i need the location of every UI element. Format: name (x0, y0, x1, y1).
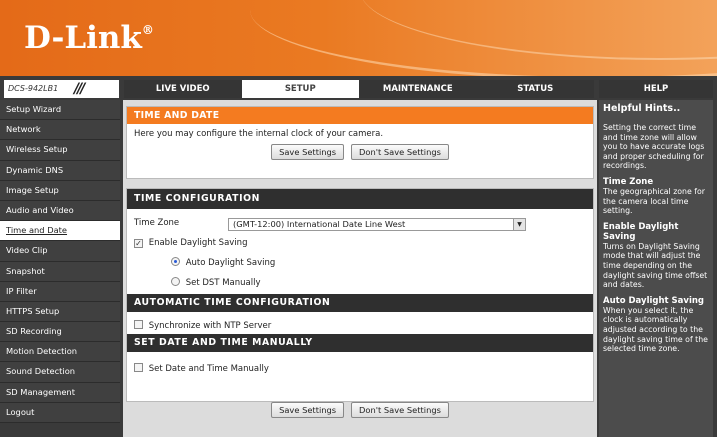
sidebar-item-motion-detection[interactable]: Motion Detection (0, 342, 120, 363)
help-title: Helpful Hints.. (603, 103, 681, 114)
dlink-logo: D-Link® (24, 20, 154, 56)
automatic-time-title: AUTOMATIC TIME CONFIGURATION (127, 294, 593, 312)
sidebar-item-time-date[interactable]: Time and Date (0, 221, 120, 242)
help-intro: Setting the correct time and time zone w… (603, 123, 705, 171)
bottom-button-row: Save Settings Don't Save Settings (123, 402, 597, 418)
sidebar-item-sd-management[interactable]: SD Management (0, 382, 120, 403)
sidebar-item-https-setup[interactable]: HTTPS Setup (0, 301, 120, 323)
sidebar-item-logout[interactable]: Logout (0, 402, 120, 423)
save-button[interactable]: Save Settings (271, 144, 345, 160)
time-zone-select[interactable]: (GMT-12:00) International Date Line West… (228, 218, 526, 231)
sidebar-item-dynamic-dns[interactable]: Dynamic DNS (0, 160, 120, 181)
set-dst-row: Set DST Manually (171, 277, 260, 288)
tab-maintenance[interactable]: MAINTENANCE (359, 80, 477, 98)
time-zone-row: Time Zone (GMT-12:00) International Date… (134, 218, 584, 232)
time-zone-label: Time Zone (134, 218, 180, 228)
sidebar-item-ip-filter[interactable]: IP Filter (0, 281, 120, 302)
manual-label: Set Date and Time Manually (148, 364, 269, 374)
tab-status[interactable]: STATUS (476, 80, 594, 98)
chevron-down-icon[interactable]: ▼ (513, 219, 525, 230)
manual-checkbox[interactable] (134, 363, 143, 372)
sidebar-item-sound-detection[interactable]: Sound Detection (0, 362, 120, 383)
sidebar-item-sd-recording[interactable]: SD Recording (0, 322, 120, 343)
dont-save-button-bottom[interactable]: Don't Save Settings (350, 402, 449, 418)
help-auto-text: When you select it, the clock is automat… (603, 305, 708, 354)
auto-dst-row: Auto Daylight Saving (171, 257, 275, 268)
sidebar-item-setup-wizard[interactable]: Setup Wizard (0, 100, 120, 121)
help-tz-text: The geographical zone for the camera loc… (603, 186, 705, 216)
auto-dst-label: Auto Daylight Saving (185, 258, 276, 268)
header-banner: D-Link® (0, 0, 717, 76)
save-button-bottom[interactable]: Save Settings (271, 402, 345, 418)
time-date-section: TIME AND DATE Here you may configure the… (126, 106, 594, 179)
main-content: TIME AND DATE Here you may configure the… (123, 100, 597, 437)
slash-decor: /// (74, 81, 85, 97)
enable-dst-label: Enable Daylight Saving (148, 238, 248, 248)
top-button-row: Save Settings Don't Save Settings (127, 144, 593, 160)
manual-row: Set Date and Time Manually (134, 363, 269, 374)
time-zone-value: (GMT-12:00) International Date Line West (233, 219, 406, 229)
ntp-label: Synchronize with NTP Server (148, 321, 272, 331)
dont-save-button[interactable]: Don't Save Settings (350, 144, 449, 160)
intro-text: Here you may configure the internal cloc… (134, 129, 384, 139)
sidebar: Setup Wizard Network Wireless Setup Dyna… (0, 100, 120, 423)
set-dst-label: Set DST Manually (185, 278, 261, 288)
help-tz-title: Time Zone (603, 176, 654, 187)
set-manually-title: SET DATE AND TIME MANUALLY (127, 334, 593, 352)
help-dst-title: Enable Daylight Saving (603, 221, 679, 242)
sidebar-item-wireless-setup[interactable]: Wireless Setup (0, 140, 120, 161)
sidebar-item-snapshot[interactable]: Snapshot (0, 261, 120, 282)
time-configuration-title: TIME CONFIGURATION (127, 189, 593, 209)
enable-dst-checkbox[interactable]: ✓ (134, 239, 143, 248)
help-panel: Helpful Hints.. Setting the correct time… (599, 100, 713, 437)
ntp-row: Synchronize with NTP Server (134, 320, 271, 331)
enable-dst-row: ✓ Enable Daylight Saving (134, 238, 247, 248)
main-tabs: LIVE VIDEO SETUP MAINTENANCE STATUS (124, 80, 594, 98)
sidebar-item-audio-video[interactable]: Audio and Video (0, 200, 120, 222)
tab-live-video[interactable]: LIVE VIDEO (124, 80, 242, 98)
help-dst-text: Turns on Daylight Saving mode that will … (603, 241, 708, 290)
sidebar-item-video-clip[interactable]: Video Clip (0, 241, 120, 262)
ntp-checkbox[interactable] (134, 320, 143, 329)
model-label: DCS-942LB1/// (4, 80, 119, 98)
help-auto-title: Auto Daylight Saving (603, 295, 704, 306)
sidebar-item-image-setup[interactable]: Image Setup (0, 180, 120, 201)
tab-setup[interactable]: SETUP (241, 80, 359, 98)
tab-help[interactable]: HELP (599, 80, 713, 98)
set-dst-radio[interactable] (171, 277, 180, 286)
sidebar-item-network[interactable]: Network (0, 120, 120, 141)
auto-dst-radio[interactable] (171, 257, 180, 266)
time-configuration-section: TIME CONFIGURATION Time Zone (GMT-12:00)… (126, 188, 594, 402)
page-title: TIME AND DATE (127, 107, 593, 124)
